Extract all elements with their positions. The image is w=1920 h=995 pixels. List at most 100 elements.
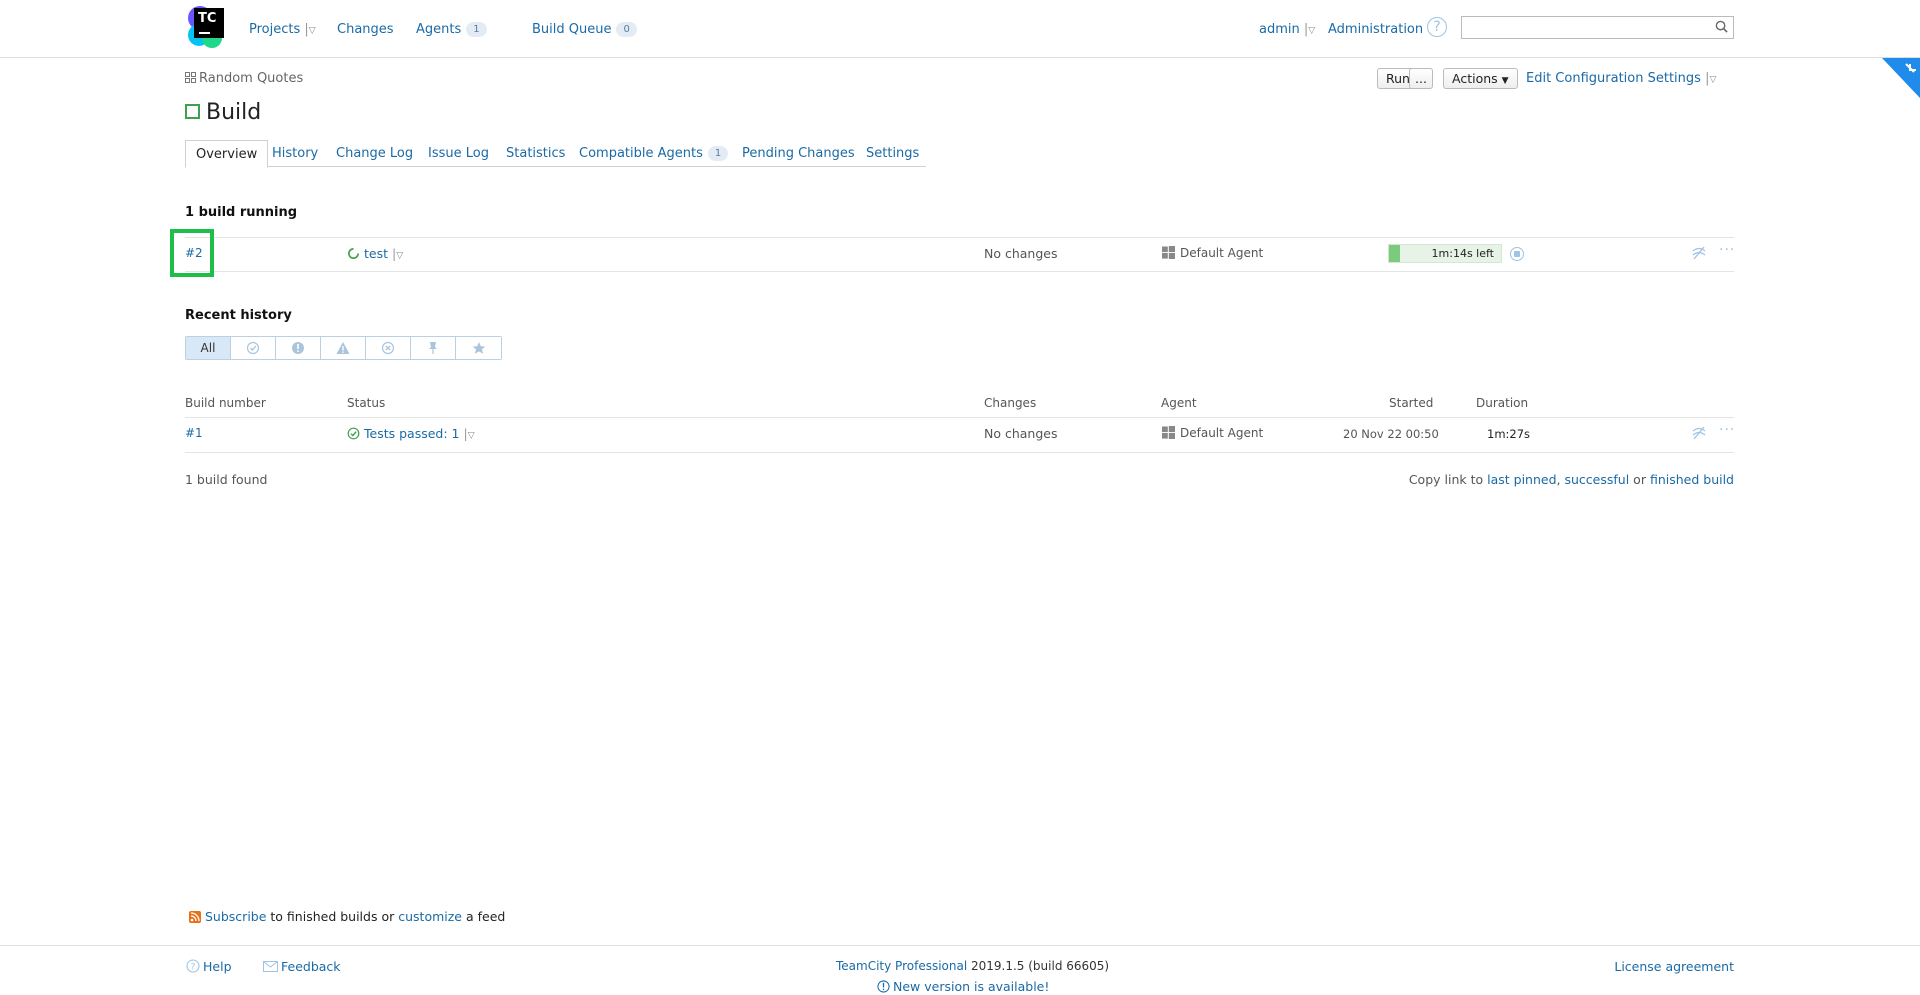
actions-button[interactable]: Actions ▼ xyxy=(1443,68,1518,89)
running-build-changes[interactable]: No changes xyxy=(984,246,1058,261)
run-custom-button[interactable]: ... xyxy=(1409,68,1433,89)
tab-label[interactable]: Settings xyxy=(866,146,919,161)
footer-feedback-link[interactable]: Feedback xyxy=(281,959,341,974)
agent-name[interactable]: Default Agent xyxy=(1180,426,1263,440)
hide-build-icon[interactable] xyxy=(1691,425,1707,441)
user-name[interactable]: admin xyxy=(1259,22,1300,37)
filter-warning[interactable] xyxy=(321,337,366,359)
running-build-number-link[interactable]: #2 xyxy=(185,246,203,260)
tab-label[interactable]: Statistics xyxy=(506,146,565,161)
footer-feedback[interactable]: Feedback xyxy=(263,959,341,974)
nav-agents[interactable]: Agents 1 xyxy=(416,22,487,37)
tab-label[interactable]: Issue Log xyxy=(428,146,489,161)
col-changes: Changes xyxy=(984,396,1037,410)
finished-build-link[interactable]: finished build xyxy=(1650,472,1734,487)
hide-build-icon[interactable] xyxy=(1691,245,1707,261)
nav-build-queue-label[interactable]: Build Queue xyxy=(532,22,611,37)
help-icon[interactable]: ? xyxy=(1427,17,1447,37)
divider xyxy=(185,452,1734,453)
tab-label[interactable]: Pending Changes xyxy=(742,146,855,161)
logo-mark: TC xyxy=(194,8,224,38)
feed-bar: Subscribe to finished builds or customiz… xyxy=(189,909,505,924)
run-button-label[interactable]: Run xyxy=(1386,71,1410,86)
feed-end-text: a feed xyxy=(465,909,506,924)
footer-license[interactable]: License agreement xyxy=(1614,959,1734,974)
agent-name[interactable]: Default Agent xyxy=(1180,246,1263,260)
stop-build-icon[interactable] xyxy=(1510,247,1524,261)
filter-failed[interactable] xyxy=(276,337,321,359)
history-build-changes[interactable]: No changes xyxy=(984,426,1058,441)
build-config-status-icon xyxy=(185,104,200,119)
subscribe-link[interactable]: Subscribe xyxy=(205,909,266,924)
nav-agents-label[interactable]: Agents xyxy=(416,22,461,37)
check-circle-icon xyxy=(246,341,260,355)
filter-all[interactable]: All xyxy=(186,337,231,359)
filter-pinned[interactable] xyxy=(411,337,456,359)
chevron-down-icon[interactable]: ▽ xyxy=(1308,26,1315,36)
chevron-down-icon[interactable]: ▽ xyxy=(468,431,475,441)
breadcrumb[interactable]: Random Quotes xyxy=(185,71,303,86)
tab-pending-changes[interactable]: Pending Changes xyxy=(742,140,855,167)
edit-configuration-link[interactable]: Edit Configuration Settings |▽ xyxy=(1526,71,1716,86)
search-icon[interactable] xyxy=(1715,20,1728,33)
edit-configuration-label[interactable]: Edit Configuration Settings xyxy=(1526,71,1701,86)
chevron-down-icon[interactable]: ▽ xyxy=(1709,75,1716,85)
running-build-status-text[interactable]: test xyxy=(364,246,388,261)
filter-cancelled[interactable] xyxy=(366,337,411,359)
filter-favorite[interactable] xyxy=(456,337,501,359)
chevron-down-icon[interactable]: ▽ xyxy=(309,26,316,36)
history-build-agent[interactable]: Default Agent xyxy=(1162,426,1263,440)
project-grid-icon xyxy=(185,72,196,83)
divider xyxy=(185,417,1734,418)
breadcrumb-project[interactable]: Random Quotes xyxy=(199,71,303,86)
running-build-agent[interactable]: Default Agent xyxy=(1162,246,1263,260)
successful-link[interactable]: successful xyxy=(1564,472,1629,487)
nav-projects[interactable]: Projects |▽ xyxy=(249,22,316,37)
more-actions-icon[interactable]: ··· xyxy=(1719,242,1735,258)
product-link[interactable]: TeamCity Professional xyxy=(836,959,967,973)
user-menu[interactable]: admin |▽ xyxy=(1259,22,1315,37)
footer-help-link[interactable]: Help xyxy=(203,959,232,974)
history-build-number-link[interactable]: #1 xyxy=(185,426,203,440)
or-text: or xyxy=(1633,472,1646,487)
teamcity-logo[interactable]: TC xyxy=(188,6,228,48)
history-build-status[interactable]: Tests passed: 1 |▽ xyxy=(347,426,475,441)
nav-build-queue[interactable]: Build Queue 0 xyxy=(532,22,637,37)
new-ui-corner-icon[interactable] xyxy=(1882,58,1920,98)
tab-change-log[interactable]: Change Log xyxy=(336,140,413,167)
run-custom-label[interactable]: ... xyxy=(1415,71,1427,86)
tab-statistics[interactable]: Statistics xyxy=(506,140,565,167)
filter-all-label[interactable]: All xyxy=(201,341,216,355)
tab-label[interactable]: Overview xyxy=(196,147,257,162)
tab-settings[interactable]: Settings xyxy=(866,140,919,167)
search-box[interactable] xyxy=(1461,16,1734,39)
history-filter-bar: All xyxy=(185,336,502,360)
actions-label[interactable]: Actions xyxy=(1452,71,1498,86)
footer-help[interactable]: ? Help xyxy=(186,959,232,974)
history-build-status-text[interactable]: Tests passed: 1 xyxy=(364,426,459,441)
nav-changes-label[interactable]: Changes xyxy=(337,22,394,37)
tab-overview[interactable]: Overview xyxy=(185,140,269,168)
license-link[interactable]: License agreement xyxy=(1614,959,1734,974)
footer-new-version[interactable]: New version is available! xyxy=(877,979,1049,994)
filter-successful[interactable] xyxy=(231,337,276,359)
new-version-link[interactable]: New version is available! xyxy=(893,979,1049,994)
nav-changes[interactable]: Changes xyxy=(337,22,394,37)
builds-found-count: 1 build found xyxy=(185,472,268,487)
tab-history[interactable]: History xyxy=(272,140,318,167)
more-actions-icon[interactable]: ··· xyxy=(1719,422,1735,438)
nav-administration[interactable]: Administration xyxy=(1328,22,1423,37)
tab-label[interactable]: Change Log xyxy=(336,146,413,161)
tab-issue-log[interactable]: Issue Log xyxy=(428,140,489,167)
nav-projects-label[interactable]: Projects xyxy=(249,22,300,37)
administration-label[interactable]: Administration xyxy=(1328,22,1423,37)
running-build-status[interactable]: test |▽ xyxy=(347,246,403,261)
build-progress-bar: 1m:14s left xyxy=(1388,244,1502,263)
tab-label[interactable]: Compatible Agents xyxy=(579,146,703,161)
last-pinned-link[interactable]: last pinned xyxy=(1487,472,1556,487)
customize-link[interactable]: customize xyxy=(398,909,462,924)
chevron-down-icon[interactable]: ▽ xyxy=(396,251,403,261)
tab-label[interactable]: History xyxy=(272,146,318,161)
tab-compatible-agents[interactable]: Compatible Agents 1 xyxy=(579,140,729,167)
search-input[interactable] xyxy=(1462,17,1702,38)
